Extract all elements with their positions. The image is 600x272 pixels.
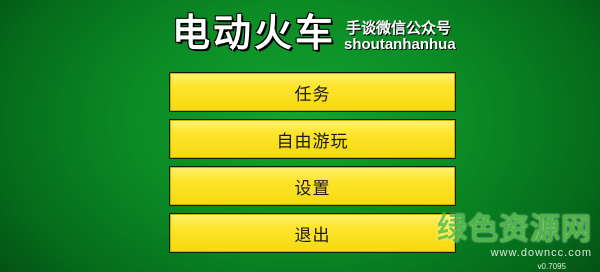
wechat-id: shoutanhanhua [344, 36, 456, 53]
exit-button[interactable]: 退出 [169, 213, 456, 253]
version-label: v0.7095 [537, 262, 566, 271]
free-play-button[interactable]: 自由游玩 [169, 119, 456, 159]
watermark-brand: 绿色资源网 [437, 212, 592, 247]
watermark-url: www.downcc.com [490, 247, 592, 259]
wechat-label: 手谈微信公众号 [346, 19, 452, 37]
settings-button[interactable]: 设置 [169, 166, 456, 206]
missions-button[interactable]: 任务 [169, 72, 456, 112]
site-watermark: 绿色资源网 www.downcc.com [437, 212, 592, 260]
game-title: 电动火车 [172, 11, 337, 55]
main-menu: 任务 自由游玩 设置 退出 [169, 72, 456, 260]
